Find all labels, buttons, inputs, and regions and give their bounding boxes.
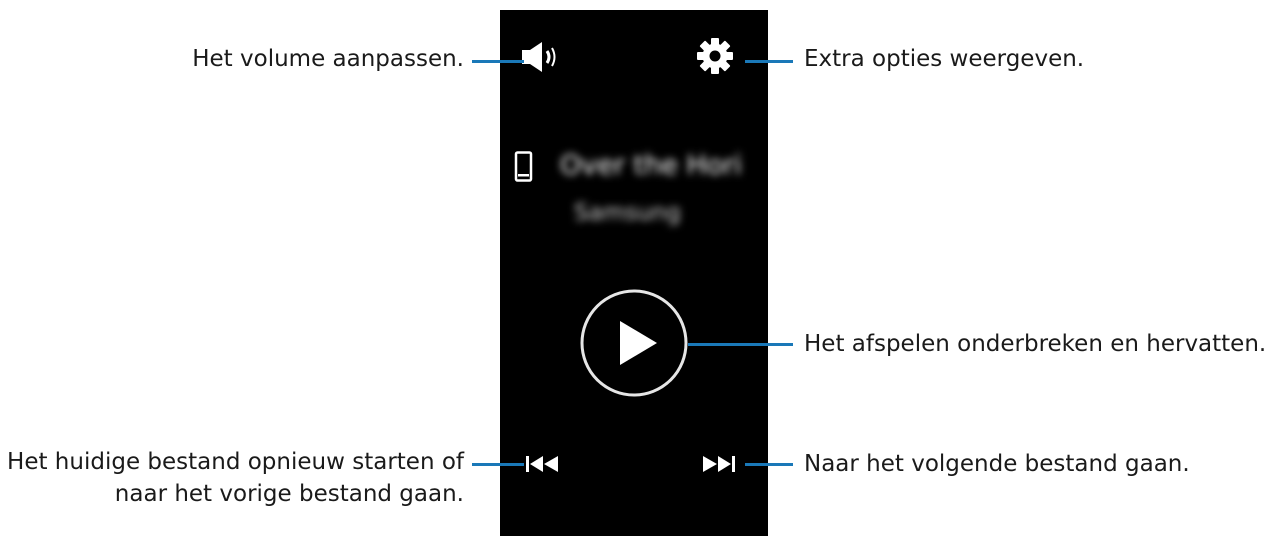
figure: Over the Hori Samsung Het volume aanpass… xyxy=(0,0,1272,536)
options-leader xyxy=(745,60,793,63)
gear-icon[interactable] xyxy=(696,37,734,75)
volume-icon[interactable] xyxy=(520,40,562,74)
phone-icon xyxy=(514,151,534,183)
volume-callout: Het volume aanpassen. xyxy=(192,46,464,72)
track-title: Over the Hori xyxy=(560,150,742,181)
previous-callout-line2: naar het vorige bestand gaan. xyxy=(114,481,464,507)
previous-leader xyxy=(472,463,524,466)
player-screen: Over the Hori Samsung xyxy=(500,10,768,536)
volume-leader xyxy=(472,60,524,63)
play-leader xyxy=(688,343,793,346)
next-track-icon[interactable] xyxy=(701,454,737,474)
play-button[interactable] xyxy=(578,287,690,399)
play-pause-callout: Het afspelen onderbreken en hervatten. xyxy=(804,331,1267,357)
next-leader xyxy=(745,463,793,466)
play-icon xyxy=(580,289,688,397)
previous-track-icon[interactable] xyxy=(524,454,560,474)
next-callout: Naar het volgende bestand gaan. xyxy=(804,451,1190,477)
previous-callout-line1: Het huidige bestand opnieuw starten of xyxy=(7,449,464,475)
track-artist: Samsung xyxy=(574,200,681,226)
options-callout: Extra opties weergeven. xyxy=(804,46,1085,72)
